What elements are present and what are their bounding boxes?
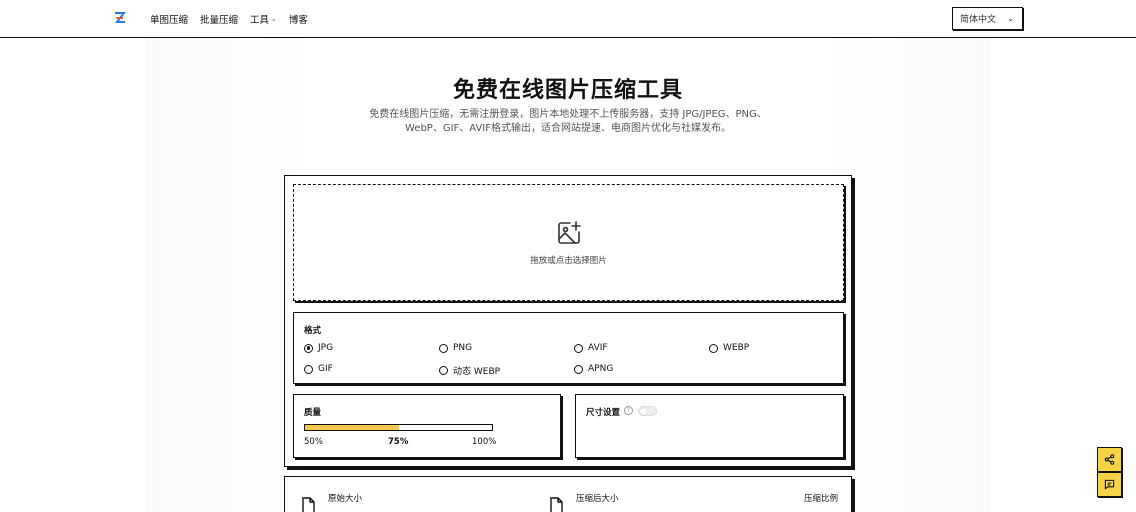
format-option-label: AVIF [588,343,608,353]
compress-card: 拖放或点击选择图片 格式 JPG PNG AVIF WEBP GIF 动态 WE… [284,175,852,467]
format-option-label: WEBP [723,343,750,353]
format-option-label: GIF [318,364,333,374]
nav-tools-label: 工具 [250,15,270,26]
format-panel: 格式 JPG PNG AVIF WEBP GIF 动态 WEBP APNG [293,312,844,384]
nav-blog[interactable]: 博客 [289,12,308,26]
file-icon [302,497,315,512]
quality-max-label: 100% [472,437,497,447]
add-image-icon [557,220,581,244]
quality-label: 质量 [304,408,322,418]
quality-slider-fill [305,425,399,430]
format-option-png[interactable]: PNG [439,343,472,353]
image-dropzone[interactable]: 拖放或点击选择图片 [293,184,844,301]
nav-tools[interactable]: 工具 ⌄ [250,12,277,26]
format-option-avif[interactable]: AVIF [574,343,608,353]
nav-single-compress[interactable]: 单图压缩 [150,12,188,26]
format-option-gif[interactable]: GIF [304,364,333,374]
radio-icon [439,366,448,375]
share-button[interactable] [1097,447,1122,472]
radio-icon [709,343,718,353]
radio-icon [439,343,448,353]
format-option-apng[interactable]: APNG [574,364,613,374]
format-option-label: JPG [318,343,334,353]
page-subtitle: 免费在线图片压缩，无需注册登录，图片本地处理不上传服务器，支持 JPG/JPEG… [369,109,767,134]
format-option-animated-webp[interactable]: 动态 WEBP [439,364,500,377]
compression-ratio-label: 压缩比例 [804,494,839,504]
quality-min-label: 50% [304,437,323,447]
file-icon [550,497,563,512]
format-option-jpg[interactable]: JPG [304,343,333,353]
nav-batch-compress[interactable]: 批量压缩 [200,12,238,26]
radio-icon [574,343,583,353]
original-size-label: 原始大小 [328,494,363,504]
language-select[interactable]: 简体中文 ⌄ [952,7,1023,30]
chevron-down-icon: ⌄ [1007,14,1014,23]
message-icon [1104,479,1115,490]
dropzone-hint: 拖放或点击选择图片 [530,255,607,266]
feedback-button[interactable] [1097,472,1122,497]
size-label: 尺寸设置 [586,408,621,418]
format-option-label: PNG [453,343,473,353]
chevron-down-icon: ⌄ [271,15,277,23]
quality-panel: 质量 50% 75% 100% [293,394,561,458]
result-card: 原始大小 压缩后大小 压缩比例 [284,476,852,512]
quality-current-label: 75% [388,437,409,447]
format-label: 格式 [304,326,322,336]
share-icon [1104,454,1115,465]
compressed-size-label: 压缩后大小 [576,494,619,504]
quality-slider[interactable] [304,424,493,431]
size-toggle[interactable] [638,406,657,416]
top-header: 单图压缩 批量压缩 工具 ⌄ 博客 简体中文 ⌄ [0,0,1136,38]
help-icon[interactable]: ? [624,406,633,415]
page-title: 免费在线图片压缩工具 [452,78,683,103]
main-nav: 单图压缩 批量压缩 工具 ⌄ 博客 [150,12,308,26]
size-panel: 尺寸设置 ? [575,394,844,458]
language-label: 简体中文 [960,15,997,25]
radio-icon [304,364,313,374]
logo-icon[interactable] [114,11,126,25]
format-option-webp[interactable]: WEBP [709,343,749,353]
radio-icon [574,364,583,374]
radio-selected-icon [304,343,313,353]
format-option-label: 动态 WEBP [453,367,501,377]
format-option-label: APNG [588,364,614,374]
